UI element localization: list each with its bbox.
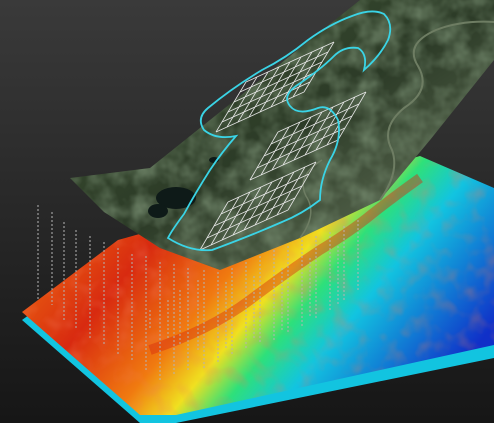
3d-viewport[interactable]: [0, 0, 494, 423]
lake: [148, 204, 168, 218]
3d-scene: [0, 0, 494, 423]
